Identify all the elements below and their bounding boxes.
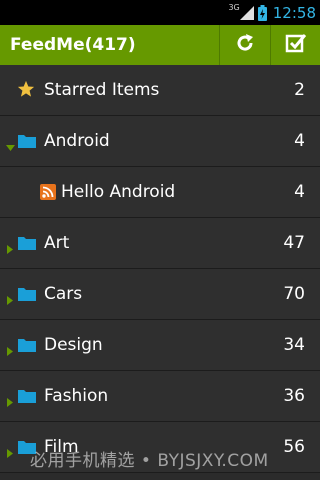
unread-count: 70 [283, 284, 305, 304]
chevron-right-icon[interactable] [6, 341, 14, 360]
list-item-label: Starred Items [44, 80, 160, 100]
folder-icon [18, 388, 36, 407]
status-bar: 3G 12:58 [0, 0, 320, 25]
battery-charging-icon [257, 4, 267, 21]
unread-count: 2 [294, 80, 305, 100]
list-item-label: Fashion [44, 386, 109, 406]
list-item-label: Design [44, 335, 103, 355]
chevron-down-icon[interactable] [6, 137, 15, 156]
list-item-folder-design[interactable]: Design 34 [0, 320, 320, 371]
unread-count: 34 [283, 335, 305, 355]
folder-icon [18, 337, 36, 356]
unread-count: 47 [283, 233, 305, 253]
refresh-button[interactable] [219, 25, 270, 65]
refresh-icon [234, 32, 256, 58]
unread-count: 4 [294, 182, 305, 202]
star-icon [17, 80, 35, 102]
list-item-folder-fashion[interactable]: Fashion 36 [0, 371, 320, 422]
list-item-feed-hello-android[interactable]: Hello Android 4 [0, 167, 320, 218]
chevron-right-icon[interactable] [6, 290, 14, 309]
list-item-label: Android [44, 131, 110, 151]
list-item-label: Art [44, 233, 70, 253]
action-bar: FeedMe(417) [0, 25, 320, 65]
unread-count: 56 [283, 437, 305, 457]
signal-icon [239, 5, 254, 20]
list-item-folder-android[interactable]: Android 4 [0, 116, 320, 167]
clock: 12:58 [272, 3, 316, 22]
watermark: 必用手机精选 • BYJSJXY.COM [30, 451, 269, 471]
unread-count: 4 [294, 131, 305, 151]
list-item-folder-art[interactable]: Art 47 [0, 218, 320, 269]
rss-icon [40, 184, 56, 204]
network-type: 3G [228, 3, 240, 12]
mark-all-read-button[interactable] [270, 25, 320, 65]
folder-icon [18, 235, 36, 254]
app-title: FeedMe(417) [10, 35, 136, 55]
folder-icon [18, 133, 36, 152]
list-item-label: Cars [44, 284, 83, 304]
status-indicators: 3G 12:58 [228, 0, 316, 25]
chevron-right-icon[interactable] [6, 239, 14, 258]
chevron-right-icon[interactable] [6, 443, 14, 462]
list-item-starred[interactable]: Starred Items 2 [0, 65, 320, 116]
feed-list: Starred Items 2 Android 4 Hello Android … [0, 65, 320, 473]
chevron-right-icon[interactable] [6, 392, 14, 411]
unread-count: 36 [283, 386, 305, 406]
list-item-label: Hello Android [61, 182, 176, 202]
folder-icon [18, 286, 36, 305]
list-item-folder-cars[interactable]: Cars 70 [0, 269, 320, 320]
checkbox-check-icon [285, 32, 307, 58]
